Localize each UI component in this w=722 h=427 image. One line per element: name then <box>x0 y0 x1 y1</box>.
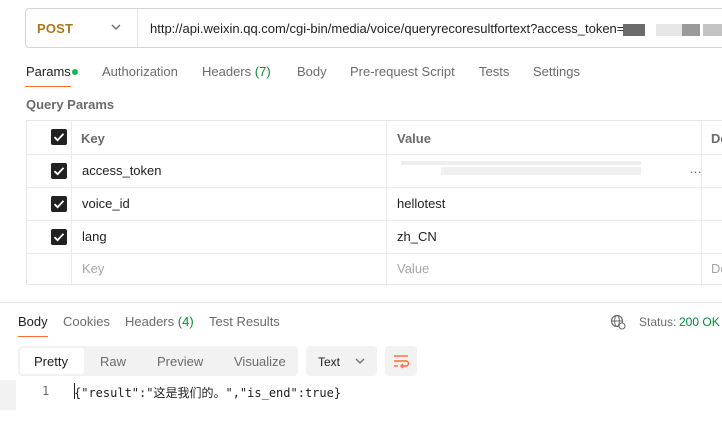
new-value-input[interactable]: Value <box>397 261 429 276</box>
checkbox-checked-icon <box>53 200 65 209</box>
query-params-title: Query Params <box>26 97 115 112</box>
redacted-token <box>682 24 700 36</box>
response-body-code[interactable]: {"result":"这是我们的。","is_end":true} <box>74 384 341 401</box>
checkbox-checked-icon <box>53 167 65 176</box>
checkbox-checked-icon <box>53 233 65 242</box>
row-divider <box>27 154 722 155</box>
column-divider <box>386 121 387 286</box>
response-tab-headers[interactable]: Headers (4) <box>125 314 194 329</box>
tab-headers[interactable]: Headers (7) <box>202 64 271 79</box>
param-key[interactable]: voice_id <box>82 196 130 211</box>
tab-params[interactable]: Params <box>26 64 71 79</box>
response-tab-body[interactable]: Body <box>18 314 48 329</box>
redacted-value <box>401 161 641 165</box>
redacted-token <box>623 24 645 36</box>
row-checkbox[interactable] <box>51 196 67 212</box>
param-value[interactable]: hellotest <box>397 196 445 211</box>
row-checkbox[interactable] <box>51 163 67 179</box>
tab-headers-count: (7) <box>254 64 271 79</box>
response-tab-headers-count: (4) <box>177 314 194 329</box>
new-description-input[interactable]: De <box>711 261 722 276</box>
row-checkbox[interactable] <box>51 229 67 245</box>
format-visualize[interactable]: Visualize <box>234 354 286 369</box>
param-key[interactable]: access_token <box>82 163 162 178</box>
language-select[interactable] <box>306 346 377 376</box>
globe-icon[interactable] <box>610 314 626 330</box>
column-divider <box>71 121 72 286</box>
format-raw[interactable]: Raw <box>100 354 126 369</box>
tab-pre-request-script[interactable]: Pre-request Script <box>350 64 455 79</box>
panel-divider[interactable] <box>0 302 722 303</box>
tab-settings[interactable]: Settings <box>533 64 580 79</box>
editor-gutter <box>0 380 16 410</box>
tab-headers-label: Headers <box>202 64 252 79</box>
param-value-overflow[interactable]: … <box>689 161 702 176</box>
redacted-token <box>656 24 682 36</box>
status-label: Status: <box>639 315 677 329</box>
status-value[interactable]: 200 OK <box>679 315 720 329</box>
redacted-token <box>703 24 722 36</box>
url-input[interactable]: http://api.weixin.qq.com/cgi-bin/media/v… <box>150 21 624 36</box>
active-tab-indicator <box>18 336 48 337</box>
query-params-table: Key Value De access_token … voice_id hel… <box>26 120 722 286</box>
method-select[interactable]: POST <box>37 21 73 36</box>
format-pretty[interactable]: Pretty <box>34 354 68 369</box>
tab-authorization[interactable]: Authorization <box>102 64 178 79</box>
tab-body[interactable]: Body <box>297 64 327 79</box>
redacted-value <box>441 167 641 175</box>
new-key-input[interactable]: Key <box>82 261 104 276</box>
checkbox-checked-icon <box>53 133 65 142</box>
column-divider <box>701 121 702 286</box>
row-divider <box>27 220 722 221</box>
line-number: 1 <box>42 384 50 398</box>
column-header-value: Value <box>397 131 431 146</box>
params-active-dot <box>72 69 78 75</box>
response-tab-cookies[interactable]: Cookies <box>63 314 110 329</box>
row-divider <box>27 253 722 254</box>
select-all-checkbox[interactable] <box>51 129 67 145</box>
chevron-down-icon <box>355 358 365 364</box>
request-url-bar: POST http://api.weixin.qq.com/cgi-bin/me… <box>25 8 722 48</box>
column-header-key: Key <box>81 131 105 146</box>
chevron-down-icon[interactable] <box>110 19 122 35</box>
param-key[interactable]: lang <box>82 229 107 244</box>
response-tab-test-results[interactable]: Test Results <box>209 314 280 329</box>
language-select-value: Text <box>318 355 341 369</box>
wrap-lines-icon <box>394 355 410 369</box>
url-divider <box>137 9 138 47</box>
response-tab-headers-label: Headers <box>125 314 175 329</box>
tab-tests[interactable]: Tests <box>479 64 509 79</box>
wrap-lines-button[interactable] <box>385 346 417 376</box>
column-header-description: De <box>711 131 722 146</box>
param-value[interactable]: zh_CN <box>397 229 437 244</box>
row-divider <box>27 187 722 188</box>
format-preview[interactable]: Preview <box>157 354 203 369</box>
active-tab-indicator <box>25 86 71 87</box>
